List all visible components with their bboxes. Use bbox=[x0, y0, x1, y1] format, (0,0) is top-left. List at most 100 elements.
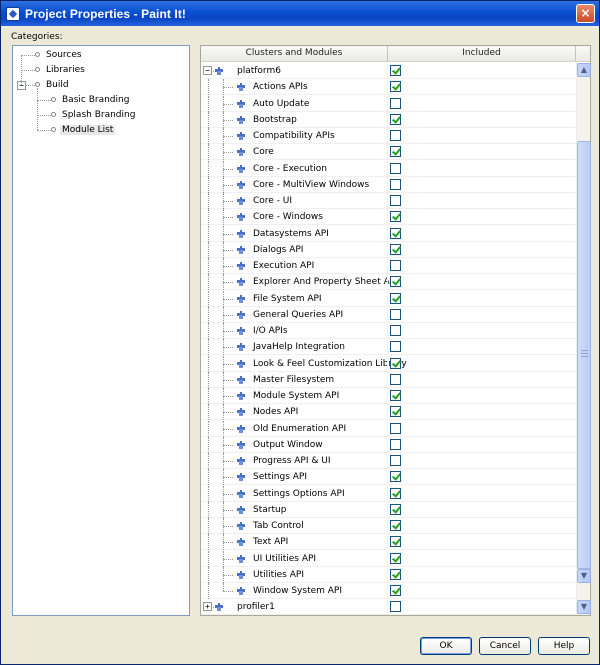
module-name-cell: I/O APIs bbox=[201, 323, 387, 339]
included-checkbox[interactable] bbox=[390, 601, 401, 613]
included-checkbox[interactable] bbox=[390, 211, 401, 223]
table-row[interactable]: Old Enumeration API bbox=[201, 420, 576, 437]
category-basic-branding[interactable]: Basic Branding bbox=[51, 93, 131, 107]
category-build[interactable]: Build bbox=[35, 78, 71, 92]
table-row[interactable]: Core - Execution bbox=[201, 160, 576, 177]
table-row[interactable]: Module System API bbox=[201, 388, 576, 404]
category-sources[interactable]: Sources bbox=[35, 48, 84, 62]
included-checkbox[interactable] bbox=[390, 552, 401, 564]
table-row[interactable]: Nodes API bbox=[201, 404, 576, 421]
included-checkbox[interactable] bbox=[390, 65, 401, 76]
scroll-down-arrow-icon[interactable]: ▼ bbox=[577, 600, 591, 614]
included-checkbox[interactable] bbox=[390, 422, 401, 434]
table-row[interactable]: Compatibility APIs bbox=[201, 128, 576, 144]
table-row[interactable]: Settings Options API bbox=[201, 485, 576, 502]
included-checkbox[interactable] bbox=[390, 373, 401, 385]
table-row[interactable]: Utilities API bbox=[201, 566, 576, 583]
module-name-cell: Core - Windows bbox=[201, 209, 387, 226]
included-checkbox[interactable] bbox=[390, 390, 401, 401]
table-row[interactable]: Core - MultiView Windows bbox=[201, 176, 576, 193]
table-row[interactable]: Dialogs API bbox=[201, 241, 576, 258]
included-checkbox[interactable] bbox=[390, 260, 401, 271]
included-checkbox[interactable] bbox=[390, 503, 401, 515]
included-checkbox[interactable] bbox=[390, 113, 401, 125]
table-row[interactable]: Execution API bbox=[201, 258, 576, 274]
ok-button[interactable]: OK bbox=[420, 637, 472, 655]
help-button[interactable]: Help bbox=[538, 637, 590, 655]
scroll-down-arrow-icon[interactable]: ▼ bbox=[577, 569, 591, 583]
included-checkbox[interactable] bbox=[390, 585, 401, 596]
category-module-list[interactable]: Module List bbox=[51, 123, 116, 137]
category-libraries[interactable]: Libraries bbox=[35, 63, 87, 77]
included-checkbox[interactable] bbox=[390, 308, 401, 320]
included-checkbox[interactable] bbox=[390, 568, 401, 580]
table-row[interactable]: Progress API & UI bbox=[201, 453, 576, 469]
table-row[interactable]: − platform6 bbox=[201, 63, 576, 79]
included-checkbox[interactable] bbox=[390, 130, 401, 141]
vertical-scrollbar[interactable]: ▲ ▼ ▼ bbox=[576, 63, 591, 615]
column-divider bbox=[387, 420, 388, 437]
scroll-up-arrow-icon[interactable]: ▲ bbox=[577, 63, 591, 77]
included-checkbox[interactable] bbox=[390, 195, 401, 206]
included-checkbox[interactable] bbox=[390, 162, 401, 174]
column-divider bbox=[387, 241, 388, 258]
included-checkbox[interactable] bbox=[390, 81, 401, 93]
module-icon bbox=[236, 164, 247, 174]
table-row[interactable]: Actions APIs bbox=[201, 79, 576, 96]
included-checkbox[interactable] bbox=[390, 487, 401, 499]
included-checkbox[interactable] bbox=[390, 276, 401, 288]
column-header-clusters[interactable]: Clusters and Modules bbox=[201, 46, 388, 61]
table-row[interactable]: Datasystems API bbox=[201, 225, 576, 242]
table-row[interactable]: Core - UI bbox=[201, 193, 576, 209]
tree-connector bbox=[223, 583, 224, 591]
table-row[interactable]: Look & Feel Customization Library bbox=[201, 355, 576, 372]
expand-icon[interactable]: + bbox=[203, 602, 212, 612]
category-label: Splash Branding bbox=[62, 110, 136, 120]
table-row[interactable]: General Queries API bbox=[201, 306, 576, 323]
tree-connector bbox=[223, 461, 233, 462]
table-row[interactable]: Window System API bbox=[201, 583, 576, 599]
table-row[interactable]: I/O APIs bbox=[201, 323, 576, 339]
included-checkbox[interactable] bbox=[390, 471, 401, 483]
table-row[interactable]: Auto Update bbox=[201, 95, 576, 112]
table-row[interactable]: Explorer And Property Sheet API bbox=[201, 274, 576, 291]
included-checkbox[interactable] bbox=[390, 227, 401, 239]
module-icon bbox=[236, 82, 247, 92]
table-row[interactable]: Text API bbox=[201, 534, 576, 551]
categories-tree[interactable]: Sources Libraries Build − Basic Branding Spla… bbox=[12, 45, 190, 616]
scrollbar-thumb[interactable] bbox=[577, 141, 591, 569]
included-checkbox[interactable] bbox=[390, 243, 401, 255]
table-row[interactable]: Settings API bbox=[201, 469, 576, 486]
included-checkbox[interactable] bbox=[390, 146, 401, 158]
table-row[interactable]: Core bbox=[201, 144, 576, 161]
included-checkbox[interactable] bbox=[390, 178, 401, 190]
included-checkbox[interactable] bbox=[390, 455, 401, 466]
included-checkbox[interactable] bbox=[390, 292, 401, 304]
table-row[interactable]: File System API bbox=[201, 290, 576, 307]
table-row[interactable]: JavaHelp Integration bbox=[201, 339, 576, 356]
close-button[interactable]: × bbox=[576, 4, 595, 23]
table-row[interactable]: Output Window bbox=[201, 436, 576, 453]
title-bar[interactable]: Project Properties - Paint It! × bbox=[1, 1, 599, 26]
cancel-button[interactable]: Cancel bbox=[479, 637, 531, 655]
column-header-included[interactable]: Included bbox=[388, 46, 576, 61]
table-row[interactable]: UI Utilities API bbox=[201, 550, 576, 567]
included-checkbox[interactable] bbox=[390, 438, 401, 450]
table-row[interactable]: + profiler1 bbox=[201, 599, 576, 615]
included-checkbox[interactable] bbox=[390, 406, 401, 418]
included-checkbox[interactable] bbox=[390, 357, 401, 369]
included-checkbox[interactable] bbox=[390, 97, 401, 109]
table-row[interactable]: Startup bbox=[201, 501, 576, 518]
module-name-cell: Text API bbox=[201, 534, 387, 551]
included-checkbox[interactable] bbox=[390, 520, 401, 531]
table-row[interactable]: Bootstrap bbox=[201, 111, 576, 128]
included-checkbox[interactable] bbox=[390, 341, 401, 353]
category-splash-branding[interactable]: Splash Branding bbox=[51, 108, 137, 122]
table-row[interactable]: Tab Control bbox=[201, 518, 576, 534]
module-name-cell: Compatibility APIs bbox=[201, 128, 387, 144]
table-row[interactable]: Master Filesystem bbox=[201, 371, 576, 388]
included-checkbox[interactable] bbox=[390, 536, 401, 548]
collapse-icon[interactable]: − bbox=[203, 66, 212, 75]
included-checkbox[interactable] bbox=[390, 325, 401, 336]
table-row[interactable]: Core - Windows bbox=[201, 209, 576, 226]
